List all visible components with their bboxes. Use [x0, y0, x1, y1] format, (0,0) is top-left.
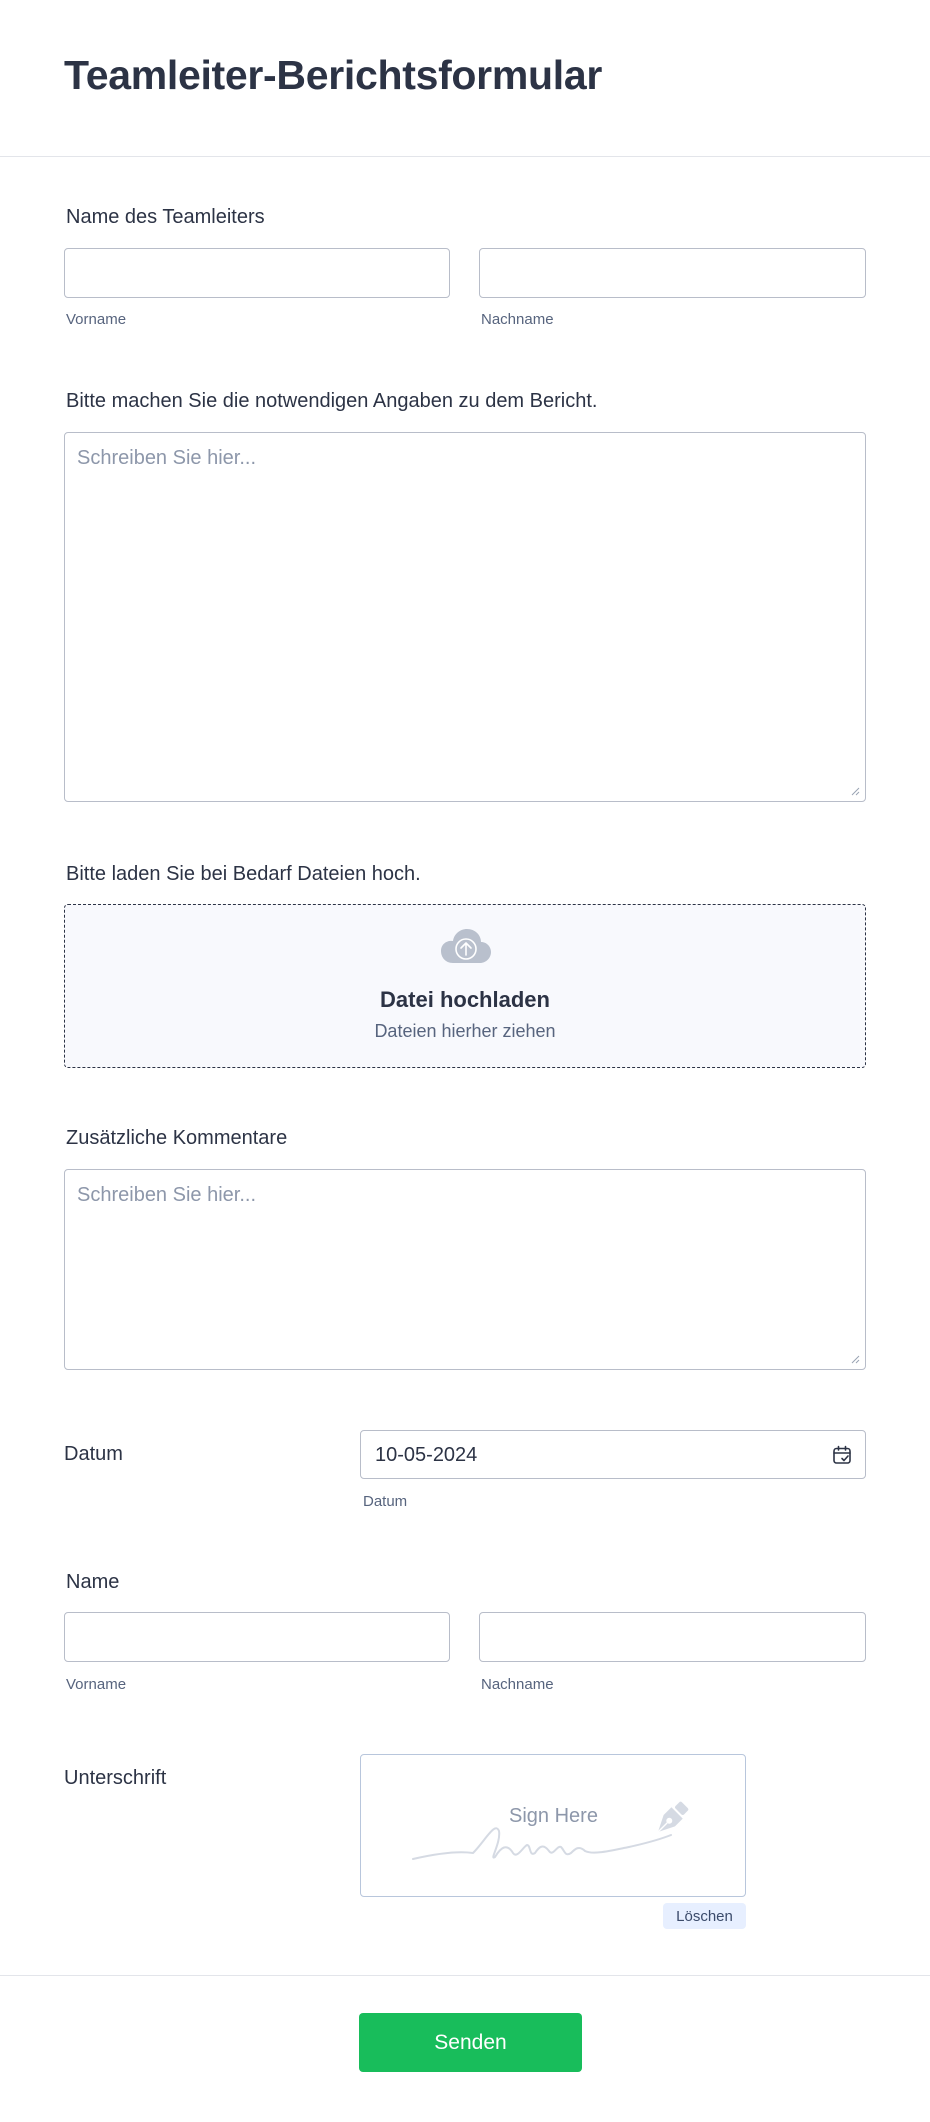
team-leader-last-name-sublabel: Nachname	[481, 311, 554, 328]
date-value: 10-05-2024	[375, 1444, 478, 1466]
upload-title: Datei hochladen	[380, 987, 550, 1012]
report-details-label: Bitte machen Sie die notwendigen Angaben…	[66, 390, 598, 412]
form-header: Teamleiter-Berichtsformular	[0, 0, 930, 157]
comments-label: Zusätzliche Kommentare	[66, 1127, 288, 1149]
name-label: Name	[66, 1571, 120, 1593]
team-leader-name-label: Name des Teamleiters	[66, 206, 265, 228]
report-details-textarea[interactable]	[64, 432, 866, 802]
date-label: Datum	[64, 1443, 123, 1465]
signature-clear-button[interactable]: Löschen	[663, 1903, 746, 1929]
first-name-input[interactable]	[64, 1612, 450, 1662]
footer-divider	[0, 1975, 930, 1976]
team-leader-first-name-sublabel: Vorname	[66, 311, 127, 328]
signature-label: Unterschrift	[64, 1767, 167, 1789]
first-name-sublabel: Vorname	[66, 1676, 127, 1693]
signature-pad[interactable]: Sign Here	[360, 1754, 746, 1897]
comments-textarea[interactable]	[64, 1169, 866, 1370]
team-leader-last-name-input[interactable]	[479, 248, 866, 298]
last-name-sublabel: Nachname	[481, 1676, 554, 1693]
date-input[interactable]: 10-05-2024	[360, 1430, 866, 1479]
last-name-input[interactable]	[479, 1612, 866, 1662]
date-sublabel: Datum	[363, 1493, 408, 1510]
file-upload-dropzone[interactable]: Datei hochladen Dateien hierher ziehen	[64, 904, 866, 1068]
page-title: Teamleiter-Berichtsformular	[64, 52, 602, 98]
upload-subtitle: Dateien hierher ziehen	[374, 1021, 556, 1041]
submit-button[interactable]: Senden	[359, 2013, 582, 2072]
file-upload-label: Bitte laden Sie bei Bedarf Dateien hoch.	[66, 863, 421, 885]
calendar-icon[interactable]	[832, 1445, 852, 1465]
cloud-upload-icon	[441, 929, 491, 963]
pen-nib-icon	[657, 1801, 689, 1833]
signature-placeholder: Sign Here	[509, 1805, 598, 1827]
team-leader-first-name-input[interactable]	[64, 248, 450, 298]
